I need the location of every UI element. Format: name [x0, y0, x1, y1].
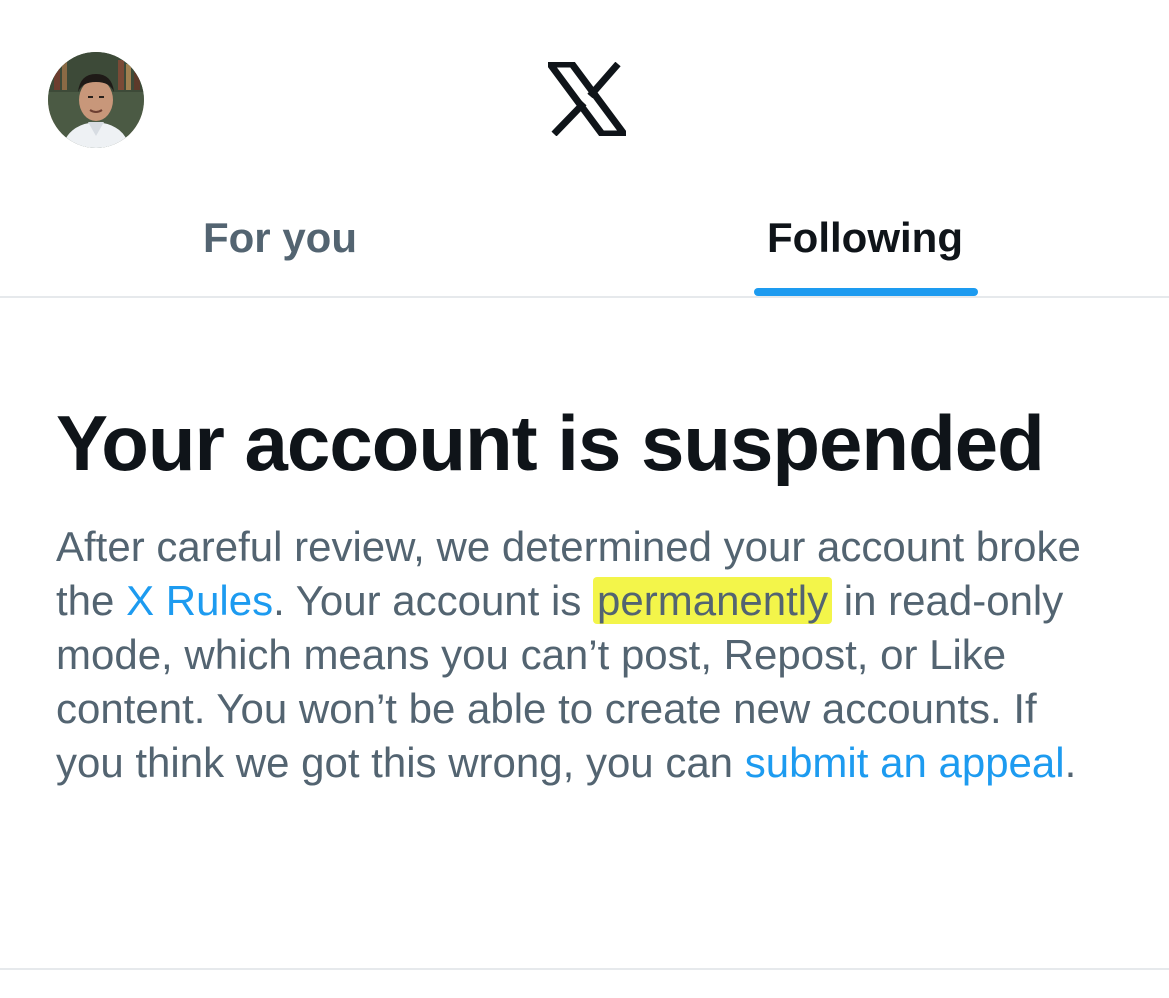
submit-appeal-link[interactable]: submit an appeal — [745, 739, 1065, 786]
tab-following[interactable]: Following — [575, 180, 1155, 296]
notice-text-part4: . — [1064, 739, 1077, 786]
highlighted-word: permanently — [593, 577, 833, 624]
x-logo-glyph — [548, 62, 626, 136]
notice-body: After careful review, we determined your… — [56, 520, 1116, 790]
x-rules-link[interactable]: X Rules — [126, 577, 273, 624]
suspension-notice: Your account is suspended After careful … — [56, 400, 1116, 790]
tab-for-you[interactable]: For you — [0, 180, 560, 296]
notice-text-part2: . Your account is — [273, 577, 594, 624]
divider — [0, 968, 1169, 970]
notice-title: Your account is suspended — [56, 399, 1045, 487]
avatar-photo — [48, 52, 144, 148]
tab-bar: For you Following — [0, 180, 1169, 298]
avatar[interactable] — [48, 52, 144, 148]
page: For you Following Your account is suspen… — [0, 0, 1169, 998]
active-tab-indicator — [754, 288, 978, 296]
x-logo-icon[interactable] — [548, 62, 626, 136]
